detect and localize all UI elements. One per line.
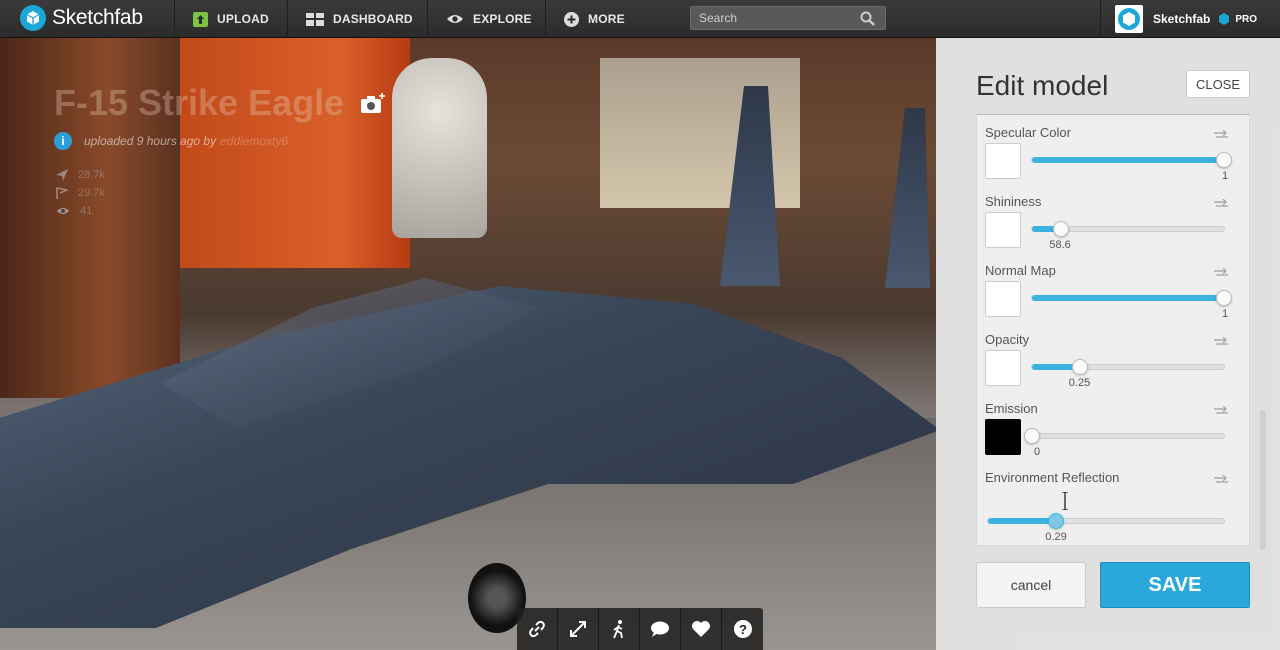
reset-icon[interactable] bbox=[1213, 403, 1229, 421]
pro-badge: PRO bbox=[1218, 13, 1257, 25]
upload-time: uploaded 9 hours ago by bbox=[84, 134, 217, 148]
stat-likes: 29.7k bbox=[56, 184, 105, 202]
property-slider[interactable] bbox=[1031, 359, 1225, 375]
slider-handle[interactable] bbox=[1216, 152, 1232, 168]
slider-handle[interactable] bbox=[1052, 221, 1069, 237]
property-slider[interactable] bbox=[987, 513, 1225, 529]
pro-badge-label: PRO bbox=[1235, 13, 1258, 25]
eye-icon bbox=[57, 208, 69, 214]
comment-icon[interactable] bbox=[640, 608, 681, 650]
panel-title: Edit model bbox=[976, 70, 1109, 101]
save-button[interactable]: SAVE bbox=[1100, 562, 1250, 608]
nav-dashboard-label: DASHBOARD bbox=[333, 12, 413, 26]
nav-dashboard[interactable]: DASHBOARD bbox=[287, 0, 427, 38]
property-label: Environment Reflection bbox=[985, 470, 1120, 485]
upload-icon bbox=[193, 11, 208, 27]
walk-icon[interactable] bbox=[599, 608, 640, 650]
property-shininess: Shininess 58.6 bbox=[977, 184, 1251, 251]
material-properties-list[interactable]: Specular Color 1 Shininess 58.6 Normal Map 1 O… bbox=[976, 114, 1250, 546]
camera-icon[interactable] bbox=[360, 93, 386, 120]
model-viewer-canvas[interactable] bbox=[0, 38, 936, 650]
properties-scrollbar[interactable] bbox=[1260, 410, 1266, 550]
property-label: Emission bbox=[985, 401, 1038, 416]
cube-icon bbox=[1219, 13, 1230, 25]
reset-icon[interactable] bbox=[1213, 472, 1229, 490]
reset-icon[interactable] bbox=[1213, 334, 1229, 352]
property-label: Opacity bbox=[985, 332, 1030, 347]
brand-name: Sketchfab bbox=[52, 6, 143, 29]
model-stats: 28.7k 29.7k 41 bbox=[56, 166, 105, 220]
slider-value: 1 bbox=[1221, 170, 1229, 182]
fullscreen-icon[interactable] bbox=[558, 608, 599, 650]
avatar bbox=[1115, 5, 1143, 33]
stat-watchers: 41 bbox=[56, 202, 105, 220]
search-placeholder: Search bbox=[699, 11, 738, 25]
upload-info: i uploaded 9 hours ago by eddiemoxty6 bbox=[54, 132, 288, 150]
account-menu[interactable]: Sketchfab PRO bbox=[1100, 0, 1280, 38]
slider-value: 1 bbox=[1221, 308, 1229, 320]
property-label: Shininess bbox=[985, 194, 1042, 209]
close-button[interactable]: CLOSE bbox=[1186, 70, 1250, 98]
mouse-cursor bbox=[1060, 491, 1070, 515]
property-normal-map: Normal Map 1 bbox=[977, 253, 1251, 320]
property-slider[interactable] bbox=[1031, 290, 1232, 306]
model-title: F-15 Strike Eagle bbox=[54, 82, 345, 123]
svg-text:?: ? bbox=[739, 622, 747, 637]
flag-icon bbox=[56, 187, 68, 199]
property-specular-color: Specular Color 1 bbox=[977, 115, 1251, 182]
info-icon[interactable]: i bbox=[54, 132, 72, 150]
nav-more[interactable]: MORE bbox=[545, 0, 661, 38]
cancel-button[interactable]: cancel bbox=[976, 562, 1086, 608]
slider-value: 0.25 bbox=[1068, 377, 1091, 389]
property-label: Specular Color bbox=[985, 125, 1071, 140]
edit-model-panel: Edit model CLOSE Specular Color 1 Shinines… bbox=[936, 38, 1280, 650]
search-input[interactable]: Search bbox=[690, 6, 886, 30]
link-icon[interactable] bbox=[517, 608, 558, 650]
account-name: Sketchfab bbox=[1153, 12, 1211, 26]
reset-icon[interactable] bbox=[1213, 265, 1229, 283]
color-swatch[interactable] bbox=[985, 350, 1021, 386]
slider-handle[interactable] bbox=[1048, 513, 1065, 529]
slider-fill bbox=[1032, 157, 1224, 163]
sketchfab-logo[interactable]: Sketchfab bbox=[20, 4, 143, 32]
color-swatch[interactable] bbox=[985, 143, 1021, 179]
help-icon[interactable]: ? bbox=[722, 608, 763, 650]
heart-icon[interactable] bbox=[681, 608, 722, 650]
nav-explore[interactable]: EXPLORE bbox=[427, 0, 545, 38]
slider-value: 0.29 bbox=[1045, 531, 1067, 543]
nav-upload-label: UPLOAD bbox=[217, 12, 269, 26]
dashboard-icon bbox=[306, 12, 324, 26]
nav-explore-label: EXPLORE bbox=[473, 12, 532, 26]
top-navigation-bar: Sketchfab UPLOAD DASHBOARD EXPLORE MORE … bbox=[0, 0, 1280, 38]
slider-value: 0 bbox=[1033, 446, 1041, 458]
property-environment-reflection: Environment Reflection 0.29 bbox=[977, 460, 1251, 543]
property-slider[interactable] bbox=[1031, 152, 1232, 168]
uploader-link[interactable]: eddiemoxty6 bbox=[220, 134, 288, 148]
slider-value: 58.6 bbox=[1049, 239, 1071, 251]
property-opacity: Opacity 0.25 bbox=[977, 322, 1251, 389]
nav-upload[interactable]: UPLOAD bbox=[174, 0, 287, 38]
plus-circle-icon bbox=[564, 11, 579, 27]
color-swatch[interactable] bbox=[985, 281, 1021, 317]
reset-icon[interactable] bbox=[1213, 196, 1229, 214]
color-swatch[interactable] bbox=[985, 419, 1021, 455]
property-emission: Emission 0 bbox=[977, 391, 1251, 458]
slider-fill bbox=[988, 518, 1057, 524]
search-icon[interactable] bbox=[860, 11, 875, 29]
eye-icon bbox=[446, 13, 464, 25]
slider-fill bbox=[1032, 295, 1224, 301]
reset-icon[interactable] bbox=[1213, 127, 1229, 145]
property-label: Normal Map bbox=[985, 263, 1056, 278]
sketchfab-logo-icon bbox=[20, 5, 46, 31]
slider-handle[interactable] bbox=[1072, 359, 1088, 375]
viewer-toolbar: ? bbox=[517, 608, 763, 650]
property-slider[interactable] bbox=[1024, 428, 1225, 444]
nav-more-label: MORE bbox=[588, 12, 625, 26]
slider-handle[interactable] bbox=[1024, 428, 1040, 444]
send-icon bbox=[56, 169, 68, 181]
stat-views: 28.7k bbox=[56, 166, 105, 184]
property-slider[interactable] bbox=[1031, 221, 1225, 237]
color-swatch[interactable] bbox=[985, 212, 1021, 248]
slider-handle[interactable] bbox=[1216, 290, 1232, 306]
